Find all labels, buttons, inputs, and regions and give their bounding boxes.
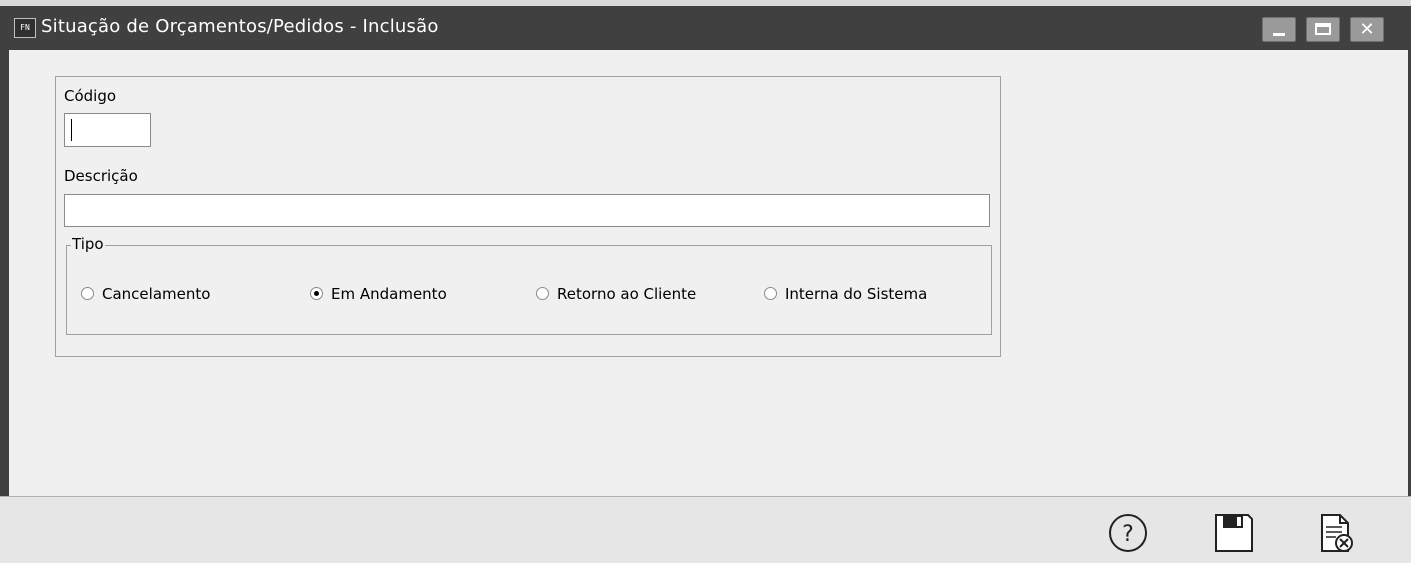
svg-text:?: ? (1122, 522, 1134, 547)
toolbar-footer: ? (0, 496, 1411, 563)
window-title: Situação de Orçamentos/Pedidos - Inclusã… (41, 16, 439, 37)
app-icon: FN (14, 18, 36, 38)
dialog-content: Código Descrição Tipo Cancelamento Em An… (9, 50, 1408, 496)
save-icon (1215, 514, 1253, 552)
maximize-icon (1315, 23, 1331, 35)
close-button[interactable]: ✕ (1350, 17, 1384, 42)
radio-label: Cancelamento (102, 285, 211, 303)
maximize-button[interactable] (1306, 17, 1340, 42)
cancel-button[interactable] (1314, 511, 1358, 555)
close-icon: ✕ (1359, 19, 1375, 40)
cancel-document-icon (1321, 514, 1353, 552)
minimize-button[interactable] (1262, 17, 1296, 42)
codigo-input[interactable] (64, 113, 151, 147)
text-caret (71, 119, 72, 141)
save-button[interactable] (1212, 511, 1256, 555)
dialog-window: FN Situação de Orçamentos/Pedidos - Incl… (0, 6, 1411, 563)
minimize-icon (1273, 33, 1285, 36)
radio-button-icon[interactable] (536, 287, 549, 300)
radio-label: Interna do Sistema (785, 285, 928, 303)
tipo-label: Tipo (71, 235, 105, 253)
descricao-input[interactable] (64, 194, 990, 227)
help-button[interactable]: ? (1106, 511, 1150, 555)
radio-button-icon[interactable] (764, 287, 777, 300)
descricao-label: Descrição (64, 167, 138, 185)
radio-label: Retorno ao Cliente (557, 285, 697, 303)
form-panel: Código Descrição Tipo Cancelamento Em An… (55, 76, 1001, 357)
codigo-label: Código (64, 87, 117, 105)
radio-button-icon[interactable] (81, 287, 94, 300)
radio-label: Em Andamento (331, 285, 447, 303)
tipo-groupbox: Tipo Cancelamento Em Andamento Retorno a… (66, 235, 992, 335)
title-bar[interactable]: FN Situação de Orçamentos/Pedidos - Incl… (0, 6, 1411, 50)
radio-button-checked-icon[interactable] (310, 287, 323, 300)
help-icon: ? (1109, 514, 1147, 552)
